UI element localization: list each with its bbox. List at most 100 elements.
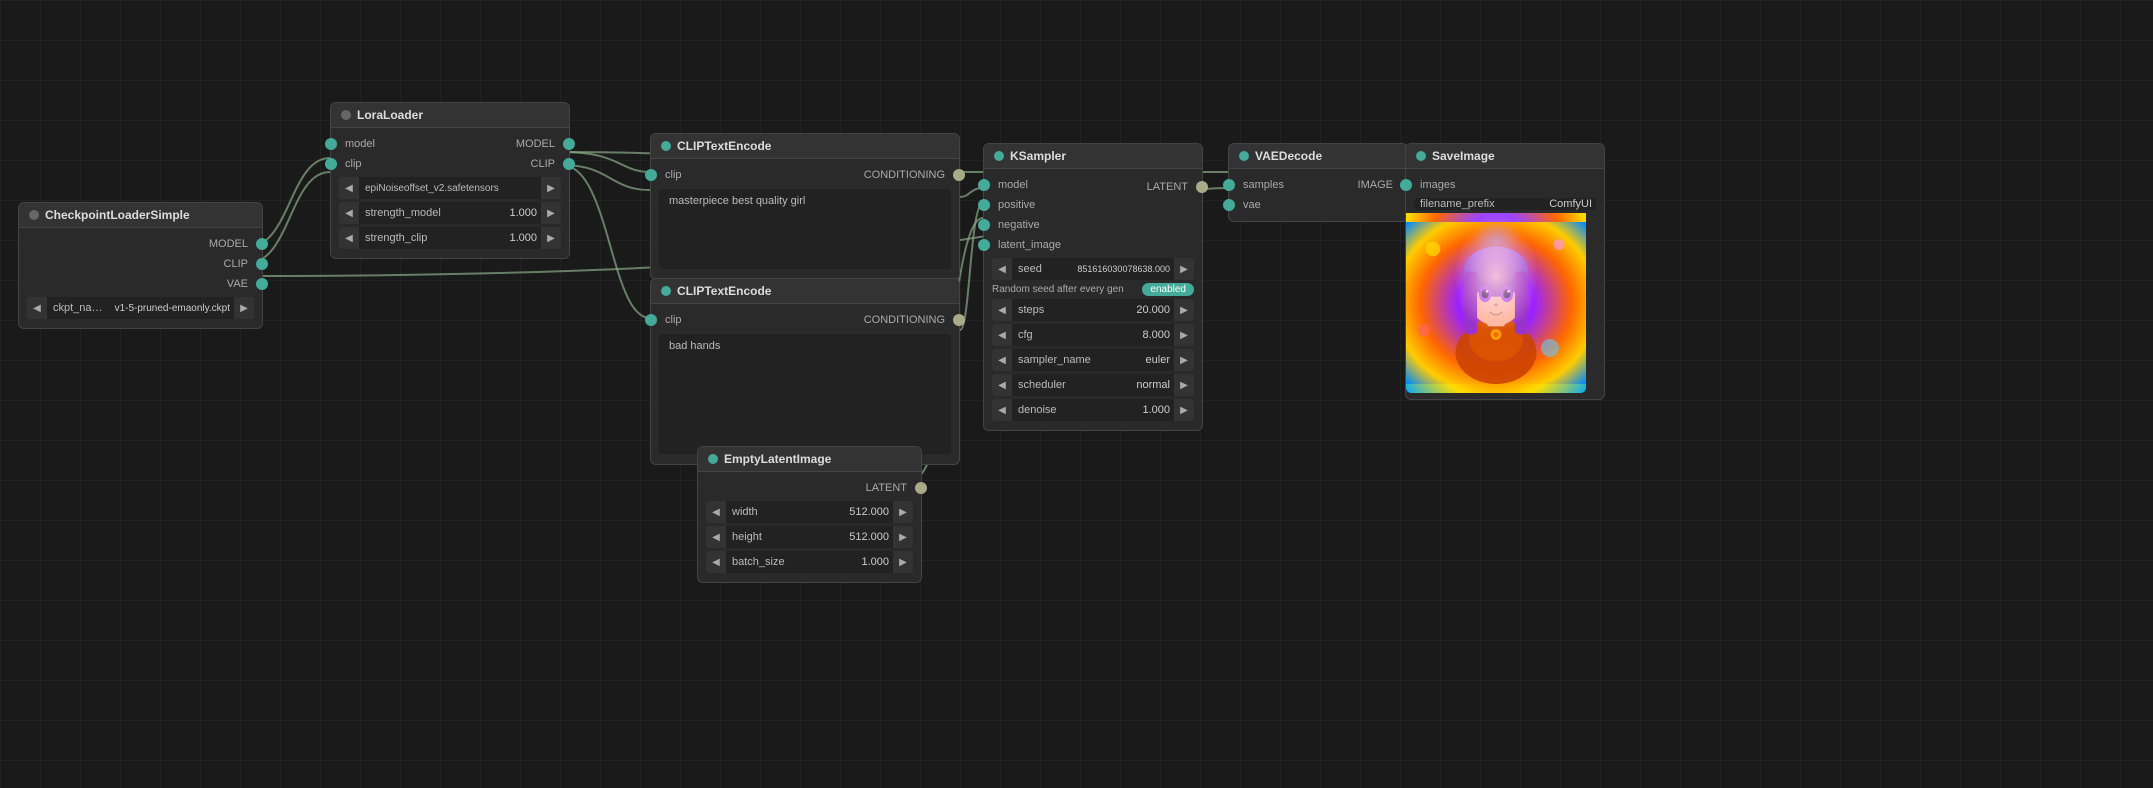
- cfg-left-btn[interactable]: ◀: [992, 324, 1012, 346]
- scheduler-control: ◀ scheduler normal ▶: [992, 374, 1194, 396]
- lora-model-in-connector[interactable]: [325, 138, 337, 150]
- width-left-btn[interactable]: ◀: [706, 501, 726, 523]
- clip-text-encode-neg-node: CLIPTextEncode clip CONDITIONING bad han…: [650, 278, 960, 465]
- clip-out-connector[interactable]: [256, 258, 268, 270]
- scheduler-right-btn[interactable]: ▶: [1174, 374, 1194, 396]
- vae-samples-in: samples: [1229, 175, 1292, 195]
- batch-size-control: ◀ batch_size 1.000 ▶: [706, 551, 913, 573]
- ksampler-model-connector[interactable]: [978, 179, 990, 191]
- vae-decode-dot: [1239, 151, 1249, 161]
- sampler-right-btn[interactable]: ▶: [1174, 349, 1194, 371]
- ksampler-body: model positive negative latent_image LAT…: [984, 169, 1202, 430]
- ksampler-negative-connector[interactable]: [978, 219, 990, 231]
- denoise-left-btn[interactable]: ◀: [992, 399, 1012, 421]
- ksampler-positive-label: positive: [990, 199, 1043, 211]
- clip-pos-dot: [661, 141, 671, 151]
- vae-decode-node: VAEDecode samples vae IMAGE: [1228, 143, 1408, 222]
- model-out-connector[interactable]: [256, 238, 268, 250]
- save-images-connector[interactable]: [1400, 179, 1412, 191]
- ksampler-positive-connector[interactable]: [978, 199, 990, 211]
- cfg-control: ◀ cfg 8.000 ▶: [992, 324, 1194, 346]
- ckpt-name-left-btn[interactable]: ◀: [27, 297, 47, 319]
- vae-image-label: IMAGE: [1350, 179, 1401, 191]
- save-image-node: SaveImage images filename_prefix ComfyUI: [1405, 143, 1605, 400]
- clip-neg-text[interactable]: bad hands: [659, 334, 951, 454]
- clip-pos-body: clip CONDITIONING masterpiece best quali…: [651, 159, 959, 279]
- ckpt-name-right-btn[interactable]: ▶: [234, 297, 254, 319]
- lora-name-right-btn[interactable]: ▶: [541, 177, 561, 199]
- empty-latent-dot: [708, 454, 718, 464]
- denoise-label: denoise: [1012, 404, 1138, 416]
- steps-right-btn[interactable]: ▶: [1174, 299, 1194, 321]
- clip-out-label: CLIP: [216, 258, 256, 270]
- checkpoint-loader-body: MODEL CLIP VAE ◀ ckpt_name v1-5-pruned-e…: [19, 228, 262, 328]
- vae-decode-title: VAEDecode: [1255, 149, 1322, 163]
- ksampler-latent-out-connector[interactable]: [1196, 181, 1208, 193]
- lora-name-left-btn[interactable]: ◀: [339, 177, 359, 199]
- ckpt-name-value: v1-5-pruned-emaonly.ckpt: [111, 303, 234, 314]
- lora-model-in-port: model: [331, 134, 383, 154]
- batch-left-btn[interactable]: ◀: [706, 551, 726, 573]
- ksampler-positive-in: positive: [984, 195, 1069, 215]
- width-control: ◀ width 512.000 ▶: [706, 501, 913, 523]
- empty-latent-body: LATENT ◀ width 512.000 ▶ ◀ height 512.00…: [698, 472, 921, 582]
- sampler-left-btn[interactable]: ◀: [992, 349, 1012, 371]
- model-out-port: MODEL: [19, 234, 262, 254]
- strength-model-right-btn[interactable]: ▶: [541, 202, 561, 224]
- ksampler-latent-connector[interactable]: [978, 239, 990, 251]
- lora-model-out-connector[interactable]: [563, 138, 575, 150]
- strength-model-control: ◀ strength_model 1.000 ▶: [339, 202, 561, 224]
- steps-left-btn[interactable]: ◀: [992, 299, 1012, 321]
- vae-samples-connector[interactable]: [1223, 179, 1235, 191]
- clip-pos-in-connector[interactable]: [645, 169, 657, 181]
- clip-pos-out-connector[interactable]: [953, 169, 965, 181]
- model-out-label: MODEL: [201, 238, 256, 250]
- clip-out-port: CLIP: [19, 254, 262, 274]
- steps-control: ◀ steps 20.000 ▶: [992, 299, 1194, 321]
- clip-neg-in-connector[interactable]: [645, 314, 657, 326]
- clip-neg-header: CLIPTextEncode: [651, 279, 959, 304]
- batch-value: 1.000: [857, 556, 893, 568]
- height-left-btn[interactable]: ◀: [706, 526, 726, 548]
- ksampler-latent-in: latent_image: [984, 235, 1069, 255]
- cfg-right-btn[interactable]: ▶: [1174, 324, 1194, 346]
- steps-label: steps: [1012, 304, 1132, 316]
- filename-prefix-value[interactable]: ComfyUI: [1545, 198, 1596, 210]
- ksampler-title: KSampler: [1010, 149, 1066, 163]
- denoise-control: ◀ denoise 1.000 ▶: [992, 399, 1194, 421]
- strength-clip-left-btn[interactable]: ◀: [339, 227, 359, 249]
- save-image-body: images filename_prefix ComfyUI: [1406, 169, 1604, 399]
- batch-right-btn[interactable]: ▶: [893, 551, 913, 573]
- height-right-btn[interactable]: ▶: [893, 526, 913, 548]
- vae-out-connector[interactable]: [256, 278, 268, 290]
- save-image-header: SaveImage: [1406, 144, 1604, 169]
- vae-vae-connector[interactable]: [1223, 199, 1235, 211]
- ksampler-model-label: model: [990, 179, 1036, 191]
- ksampler-model-in: model: [984, 175, 1069, 195]
- width-right-btn[interactable]: ▶: [893, 501, 913, 523]
- denoise-value: 1.000: [1138, 404, 1174, 416]
- scheduler-value: normal: [1132, 379, 1174, 391]
- lora-name-control: ◀ epiNoiseoffset_v2.safetensors ▶: [339, 177, 561, 199]
- strength-clip-right-btn[interactable]: ▶: [541, 227, 561, 249]
- clip-pos-text[interactable]: masterpiece best quality girl: [659, 189, 951, 269]
- random-seed-toggle[interactable]: enabled: [1142, 283, 1194, 296]
- seed-left-btn[interactable]: ◀: [992, 258, 1012, 280]
- scheduler-left-btn[interactable]: ◀: [992, 374, 1012, 396]
- lora-name-label: epiNoiseoffset_v2.safetensors: [359, 183, 541, 194]
- vae-image-out: IMAGE: [1350, 175, 1407, 195]
- clip-pos-in-label: clip: [657, 169, 690, 181]
- vae-out-port: VAE: [19, 274, 262, 294]
- vae-decode-body: samples vae IMAGE: [1229, 169, 1407, 221]
- seed-right-btn[interactable]: ▶: [1174, 258, 1194, 280]
- lora-clip-out-connector[interactable]: [563, 158, 575, 170]
- lora-model-out-label: MODEL: [508, 138, 563, 150]
- clip-neg-out-connector[interactable]: [953, 314, 965, 326]
- strength-model-value: 1.000: [505, 207, 541, 219]
- denoise-right-btn[interactable]: ▶: [1174, 399, 1194, 421]
- latent-out-connector[interactable]: [915, 482, 927, 494]
- vae-vae-in: vae: [1229, 195, 1292, 215]
- height-control: ◀ height 512.000 ▶: [706, 526, 913, 548]
- lora-clip-in-connector[interactable]: [325, 158, 337, 170]
- strength-model-left-btn[interactable]: ◀: [339, 202, 359, 224]
